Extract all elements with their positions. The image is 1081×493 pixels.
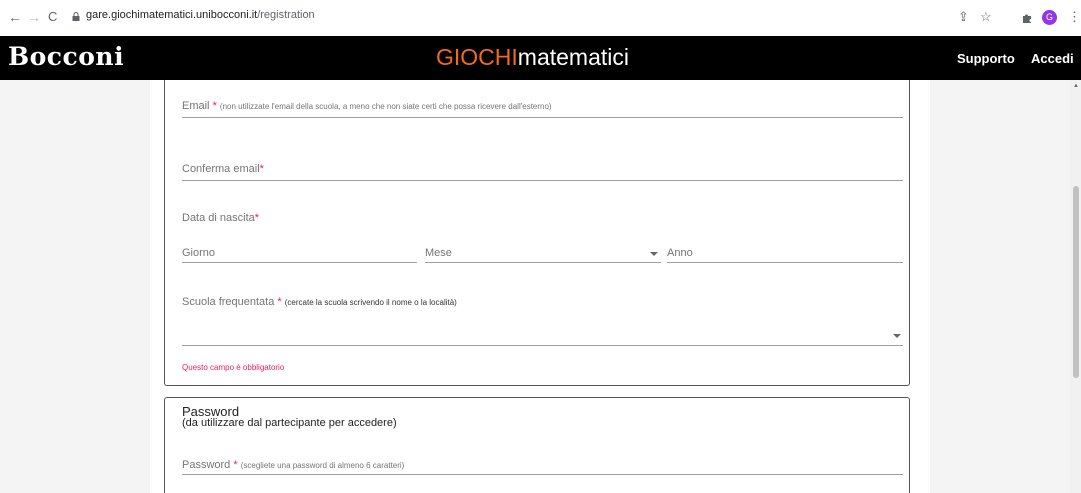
browser-toolbar: ← → C gare.giochimatematici.unibocconi.i… [0,0,1081,36]
site-header: Bocconi GIOCHImatematici Supporto Accedi [0,36,1081,80]
password-section-subtitle: (da utilizzare dal partecipante per acce… [182,417,397,429]
month-underline [425,262,661,263]
back-arrow-icon[interactable]: ← [8,9,22,25]
scrollbar-thumb[interactable] [1073,186,1079,378]
email-hint: (non utilizzate l'email della scuola, a … [219,102,552,111]
school-label-wrap: Scuola frequentata * (cercate la scuola … [182,296,457,308]
address-bar[interactable]: gare.giochimatematici.unibocconi.it/regi… [86,9,315,21]
school-error-message: Questo campo è obbligatorio [182,363,285,372]
star-icon[interactable]: ☆ [980,9,992,25]
birth-date-label: Data di nascita [182,212,255,224]
login-link[interactable]: Accedi [1031,51,1074,66]
lock-icon [72,12,80,21]
support-link[interactable]: Supporto [957,51,1015,66]
puzzle-icon[interactable] [1022,12,1033,23]
password-hint: (scegliete una password di almeno 6 cara… [240,461,405,470]
password-card: Password (da utilizzare dal partecipante… [164,397,910,493]
day-underline [182,262,417,263]
email-required-mark: * [212,100,217,112]
confirm-email-field[interactable]: Conferma email* [182,163,264,175]
birth-date-required-mark: * [254,212,260,224]
year-input[interactable]: Anno [667,247,693,259]
school-dropdown-arrow-icon[interactable] [893,334,901,338]
password-label: Password [182,459,231,471]
confirm-email-required-mark: * [259,163,264,175]
password-underline [182,474,903,475]
password-required-mark: * [233,459,238,471]
bocconi-logo[interactable]: Bocconi [8,42,124,71]
forward-arrow-icon[interactable]: → [27,9,41,25]
kebab-menu-icon[interactable]: ⋮ [1068,9,1081,25]
confirm-email-label: Conferma email [182,163,260,175]
site-title[interactable]: GIOCHImatematici [436,44,629,71]
site-title-rest: matematici [517,44,629,70]
confirm-email-underline [182,180,903,181]
share-icon[interactable]: ⇪ [958,9,969,25]
year-underline [667,262,903,263]
school-autocomplete-input[interactable] [182,315,903,345]
registration-card: Email * (non utilizzate l'email della sc… [164,80,910,386]
school-label: Scuola frequentata [182,296,275,308]
email-underline [182,117,903,118]
school-hint: (cercate la scuola scrivendo il nome o l… [284,298,457,307]
scroll-up-arrow-icon[interactable]: ▲ [1073,83,1079,89]
url-path: /registration [257,9,315,21]
url-host: gare.giochimatematici.unibocconi.it [86,9,258,21]
day-input[interactable]: Giorno [182,247,215,259]
email-label: Email [182,100,210,112]
month-select[interactable]: Mese [425,247,452,259]
reload-icon[interactable]: C [48,9,57,25]
school-required-mark: * [277,296,282,308]
birth-date-label-wrap: Data di nascita* [182,212,259,224]
profile-avatar[interactable]: G [1042,10,1057,25]
month-dropdown-arrow-icon[interactable] [650,252,658,256]
school-underline [182,345,903,346]
site-title-highlight: GIOCHI [436,44,518,70]
password-field[interactable]: Password * (scegliete una password di al… [182,459,404,471]
email-field[interactable]: Email * (non utilizzate l'email della sc… [182,100,552,112]
